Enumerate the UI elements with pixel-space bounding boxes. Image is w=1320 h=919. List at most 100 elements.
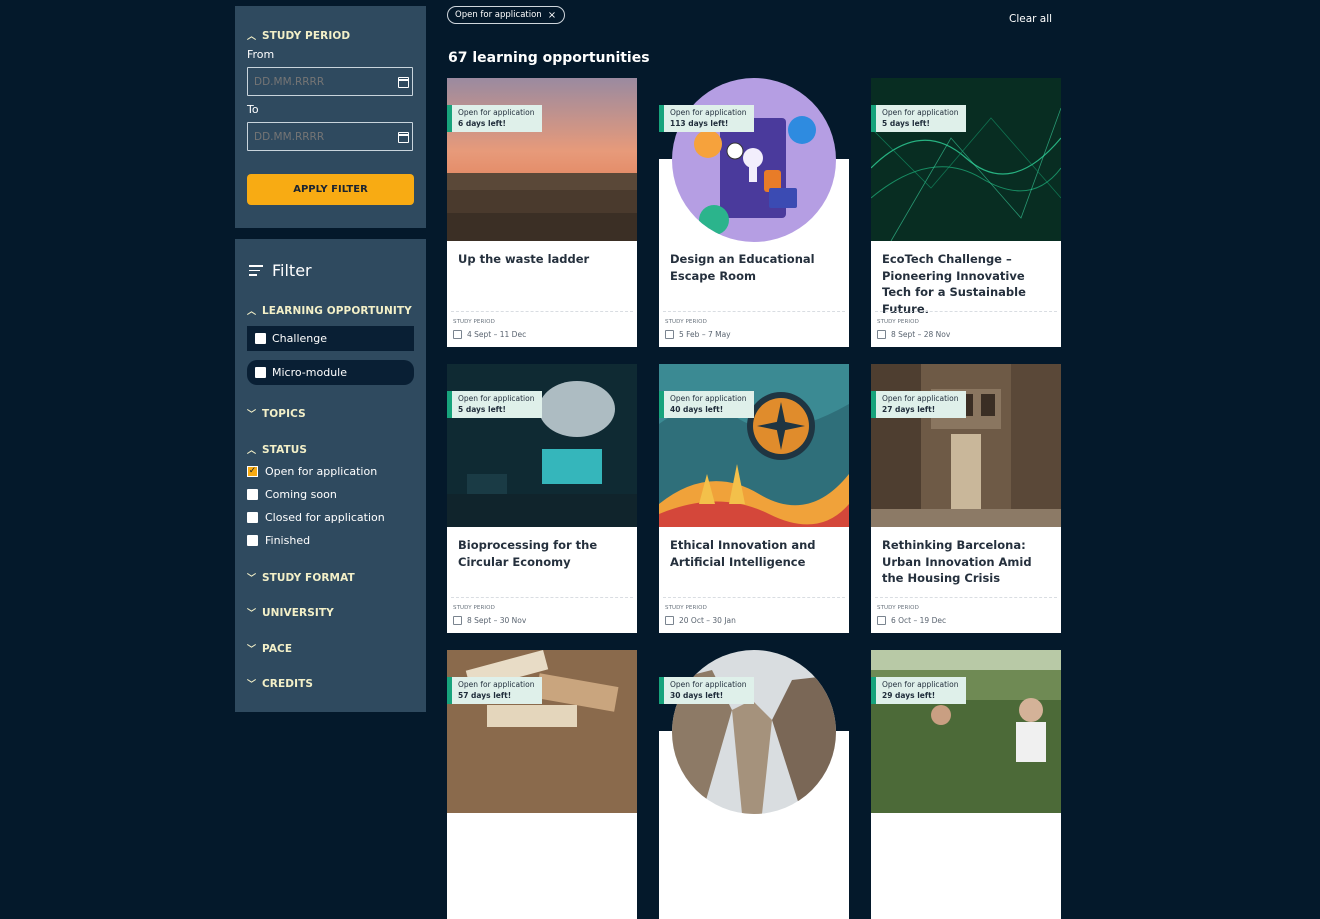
calendar-icon[interactable] <box>398 77 409 88</box>
status-badge: Open for application 30 days left! <box>659 677 755 704</box>
status-coming-soon[interactable]: Coming soon <box>247 488 337 501</box>
status-label: Finished <box>265 534 311 547</box>
study-period-label: STUDY PERIOD <box>877 605 919 611</box>
status-label: Open for application <box>265 465 378 478</box>
credits-toggle[interactable]: ﹀ CREDITS <box>247 677 313 691</box>
course-card[interactable]: Open for application 5 days left! Biopro… <box>447 364 637 633</box>
option-label: Micro-module <box>272 366 348 379</box>
checkbox[interactable] <box>255 333 266 344</box>
chevron-down-icon: ﹀ <box>247 680 257 690</box>
course-card[interactable]: Open for application 40 days left! Ethic… <box>659 364 849 633</box>
badge-status: Open for application <box>670 680 747 689</box>
study-period-toggle[interactable]: ︿ STUDY PERIOD <box>247 29 351 43</box>
pace-toggle[interactable]: ﹀ PACE <box>247 642 292 656</box>
clear-all-link[interactable]: Clear all <box>1009 13 1052 25</box>
chevron-down-icon: ﹀ <box>247 609 257 619</box>
from-date-input[interactable] <box>247 67 413 96</box>
study-period-label: STUDY PERIOD <box>877 319 919 325</box>
university-toggle[interactable]: ﹀ UNIVERSITY <box>247 606 334 620</box>
card-title[interactable]: Bioprocessing for the Circular Economy <box>458 537 630 570</box>
study-period: 20 Oct – 30 Jan <box>665 616 736 625</box>
option-micro-module[interactable]: Micro-module <box>247 360 414 385</box>
badge-status: Open for application <box>670 394 747 403</box>
status-finished[interactable]: Finished <box>247 534 310 547</box>
card-image-brain-chip <box>447 364 637 527</box>
card-title[interactable]: Design an Educational Escape Room <box>670 251 842 284</box>
close-icon[interactable]: × <box>548 10 556 21</box>
status-badge: Open for application 5 days left! <box>447 391 543 418</box>
course-card[interactable]: Open for application 30 days left! <box>659 650 849 919</box>
period-dates: 4 Sept – 11 Dec <box>467 330 527 339</box>
course-card[interactable]: Open for application 113 days left! Desi… <box>659 78 849 347</box>
period-dates: 6 Oct – 19 Dec <box>891 616 947 625</box>
calendar-icon[interactable] <box>398 132 409 143</box>
apply-filter-button[interactable]: APPLY FILTER <box>247 174 414 205</box>
status-title: STATUS <box>262 443 308 456</box>
study-period: 8 Sept – 28 Nov <box>877 330 950 339</box>
checkbox[interactable] <box>247 535 258 546</box>
divider <box>663 311 845 312</box>
card-image-compass <box>659 364 849 527</box>
course-card[interactable]: Open for application 57 days left! <box>447 650 637 919</box>
learning-opportunity-title: LEARNING OPPORTUNITY <box>262 304 412 317</box>
study-period: 8 Sept – 30 Nov <box>453 616 526 625</box>
card-image-vineyard <box>871 650 1061 813</box>
chevron-up-icon: ︿ <box>247 32 257 42</box>
badge-status: Open for application <box>458 680 535 689</box>
chip-label: Open for application <box>455 10 542 20</box>
status-badge: Open for application 57 days left! <box>447 677 543 704</box>
calendar-icon <box>665 330 674 339</box>
to-date-input[interactable] <box>247 122 413 151</box>
card-title[interactable]: Up the waste ladder <box>458 251 630 268</box>
card-image-escape-room <box>672 78 836 242</box>
status-open[interactable]: ✓ Open for application <box>247 465 377 478</box>
status-badge: Open for application 113 days left! <box>659 105 755 132</box>
course-card[interactable]: Open for application 27 days left! Rethi… <box>871 364 1061 633</box>
badge-status: Open for application <box>882 108 959 117</box>
study-period-title: STUDY PERIOD <box>262 29 351 42</box>
divider <box>663 597 845 598</box>
learning-opportunity-toggle[interactable]: ︿ LEARNING OPPORTUNITY <box>247 304 412 318</box>
topics-toggle[interactable]: ﹀ TOPICS <box>247 407 306 421</box>
chevron-down-icon: ﹀ <box>247 645 257 655</box>
status-badge: Open for application 5 days left! <box>871 105 967 132</box>
status-label: Closed for application <box>265 511 385 524</box>
period-dates: 5 Feb – 7 May <box>679 330 731 339</box>
course-card[interactable]: Open for application 6 days left! Up the… <box>447 78 637 347</box>
study-period-label: STUDY PERIOD <box>453 319 495 325</box>
checkbox-checked[interactable]: ✓ <box>247 466 258 477</box>
badge-status: Open for application <box>458 394 535 403</box>
filter-panel: Filter ︿ LEARNING OPPORTUNITY Challenge … <box>235 239 426 712</box>
status-closed[interactable]: Closed for application <box>247 511 385 524</box>
filter-lines-icon <box>249 265 263 276</box>
calendar-icon <box>877 330 886 339</box>
checkbox[interactable] <box>247 489 258 500</box>
status-toggle[interactable]: ︿ STATUS <box>247 443 308 457</box>
option-challenge[interactable]: Challenge <box>247 326 414 351</box>
study-period: 6 Oct – 19 Dec <box>877 616 946 625</box>
card-image-barcelona-street <box>871 364 1061 527</box>
card-title[interactable]: EcoTech Challenge – Pioneering Innovativ… <box>882 251 1054 317</box>
card-title[interactable]: Rethinking Barcelona: Urban Innovation A… <box>882 537 1054 587</box>
study-format-toggle[interactable]: ﹀ STUDY FORMAT <box>247 571 355 585</box>
card-title[interactable]: Ethical Innovation and Artificial Intell… <box>670 537 842 570</box>
checkbox[interactable] <box>247 512 258 523</box>
course-card[interactable]: Open for application 5 days left! EcoTec… <box>871 78 1061 347</box>
calendar-icon <box>453 330 462 339</box>
divider <box>875 311 1057 312</box>
badge-status: Open for application <box>882 394 959 403</box>
period-dates: 8 Sept – 28 Nov <box>891 330 951 339</box>
badge-days: 5 days left! <box>882 119 930 128</box>
study-period-label: STUDY PERIOD <box>665 605 707 611</box>
to-label: To <box>247 103 259 116</box>
study-period-label: STUDY PERIOD <box>453 605 495 611</box>
study-period: 5 Feb – 7 May <box>665 330 731 339</box>
course-card[interactable]: Open for application 29 days left! <box>871 650 1061 919</box>
badge-days: 113 days left! <box>670 119 729 128</box>
option-label: Challenge <box>272 332 327 345</box>
period-dates: 20 Oct – 30 Jan <box>679 616 736 625</box>
active-filter-chip[interactable]: Open for application × <box>447 6 566 24</box>
checkbox[interactable] <box>255 367 266 378</box>
card-image-sunset-landfill <box>447 78 637 241</box>
badge-status: Open for application <box>882 680 959 689</box>
